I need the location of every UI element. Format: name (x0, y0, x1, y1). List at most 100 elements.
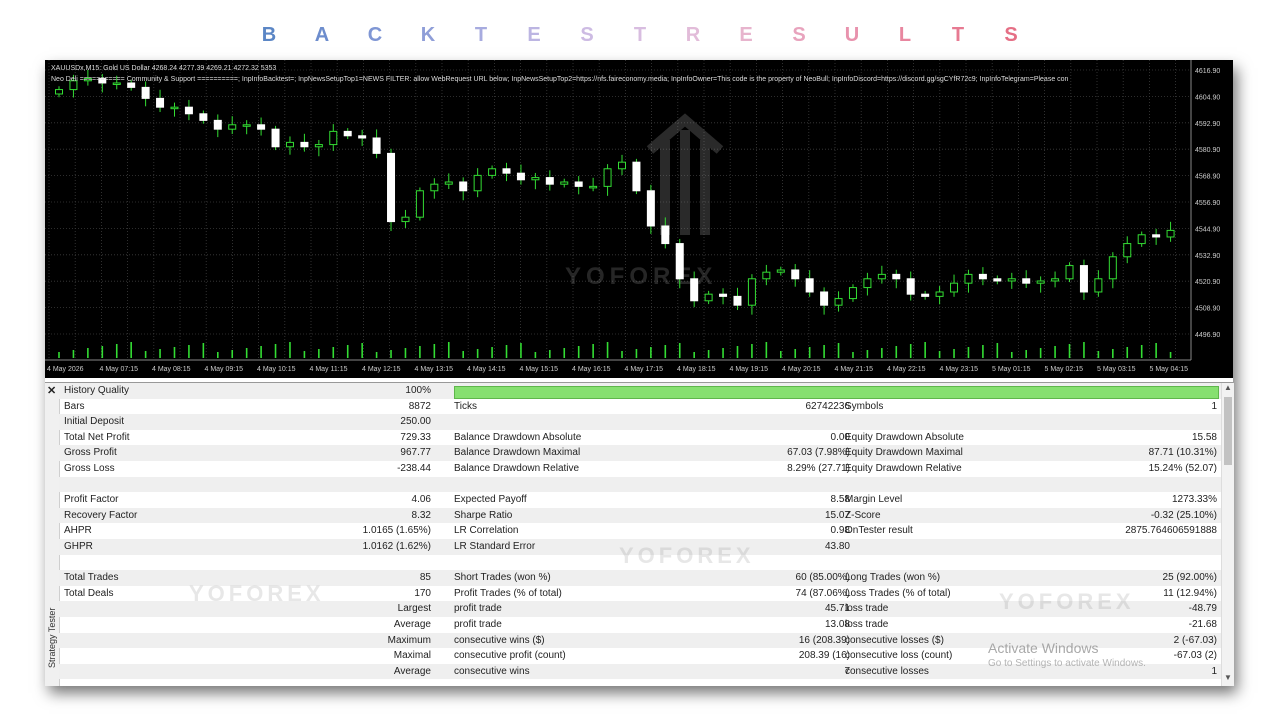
candle (1065, 265, 1074, 280)
scroll-down-icon[interactable]: ▼ (1224, 673, 1232, 682)
title-letter: C (367, 24, 383, 46)
price-label: 4568.90 (1195, 174, 1220, 181)
candle (964, 273, 973, 284)
metric-label: AHPR (64, 525, 92, 537)
candle (170, 106, 179, 110)
title-letter: A (314, 24, 330, 46)
table-row: Profit Factor 4.06 Expected Payoff 8.58 Marg… (59, 492, 1221, 508)
candle (834, 298, 843, 306)
metric-label: Long Trades (won %) (845, 572, 941, 584)
history-quality-value: 100% (405, 385, 431, 396)
watermark-text: YOFOREX (619, 543, 755, 568)
price-chart[interactable]: 4616.90 4604.90 4592.90 4580.90 4568.90 4556.… (45, 60, 1233, 378)
candle (978, 273, 987, 280)
candle (387, 152, 396, 223)
candle (1094, 278, 1103, 293)
candle (228, 124, 237, 130)
scroll-up-icon[interactable]: ▲ (1224, 383, 1232, 392)
title-letter: S (792, 24, 806, 46)
metric-label: loss trade (845, 603, 889, 615)
time-label: 4 May 18:15 (677, 366, 716, 373)
metric-value: 1.0165 (1.65%) (362, 525, 431, 537)
candle (603, 168, 612, 187)
metric-label: Margin Level (845, 494, 903, 506)
metric-value: 87.71 (10.31%) (1148, 447, 1217, 459)
time-label: 4 May 10:15 (257, 366, 296, 373)
candle (184, 106, 193, 115)
table-row: Total Net Profit 729.33 Balance Drawdown A… (59, 430, 1221, 446)
metric-value: 62742236 (805, 400, 851, 412)
time-label: 4 May 09:15 (205, 366, 244, 373)
time-label: 4 May 22:15 (887, 366, 926, 373)
metric-label: LR Standard Error (454, 541, 536, 552)
metric-label: Total Trades (64, 572, 119, 584)
price-label: 4544.90 (1195, 226, 1220, 233)
candle (632, 161, 641, 192)
candle (1137, 234, 1146, 245)
candle (950, 282, 959, 293)
candle (473, 174, 482, 192)
table-row (59, 476, 1221, 493)
watermark-logo-icon (646, 113, 724, 235)
metric-label: Ticks (454, 400, 477, 412)
metric-value: 25 (92.00%) (1162, 572, 1217, 584)
tester-side-label: Strategy Tester (47, 607, 57, 668)
candle (733, 295, 742, 306)
candle (1108, 256, 1117, 280)
metric-label: consecutive losses ($) (845, 634, 944, 646)
price-label: 4508.90 (1195, 306, 1220, 313)
table-row: AHPR 1.0165 (1.65%) LR Correlation 0.98 OnTe… (59, 523, 1221, 539)
table-row: Gross Profit 967.77 Balance Drawdown Maxim… (59, 445, 1221, 461)
metric-value: 67.03 (7.98%) (787, 447, 850, 459)
candle (141, 86, 150, 99)
metric-value: 15.24% (52.07) (1148, 463, 1217, 474)
close-icon[interactable]: ✕ (47, 384, 56, 397)
time-label: 4 May 2026 (47, 366, 84, 373)
candle (314, 144, 323, 148)
candle (213, 119, 222, 130)
scroll-thumb[interactable] (1224, 397, 1232, 465)
vertical-scrollbar[interactable]: ▲ ▼ (1221, 383, 1234, 686)
candle (401, 216, 410, 223)
price-label: 4556.90 (1195, 200, 1220, 207)
history-quality-label: History Quality (64, 385, 130, 396)
price-label: 4520.90 (1195, 279, 1220, 286)
price-label: 4592.90 (1195, 121, 1220, 128)
title-letter: E (739, 24, 753, 46)
metric-value: Average (393, 619, 431, 630)
time-label: 5 May 04:15 (1150, 366, 1189, 373)
metric-value: Maximum (387, 634, 431, 646)
terminal-window: 4616.90 4604.90 4592.90 4580.90 4568.90 4556.… (45, 60, 1234, 686)
candle (618, 161, 626, 170)
metric-value: Maximal (393, 650, 431, 662)
metric-value: 11 (12.94%) (1163, 587, 1217, 599)
candle (935, 291, 944, 297)
time-label: 5 May 02:15 (1045, 366, 1084, 373)
candle (1022, 278, 1031, 284)
title-letter: T (633, 24, 647, 46)
metric-label: profit trade (454, 603, 502, 615)
metric-label: LR Correlation (454, 525, 519, 537)
candle (545, 177, 554, 185)
candle (488, 168, 497, 176)
time-label: 4 May 16:15 (572, 366, 611, 373)
metric-value: 967.77 (400, 447, 431, 459)
metric-value: 1.0162 (1.62%) (362, 541, 431, 552)
candle (791, 269, 800, 280)
time-label: 4 May 14:15 (467, 366, 506, 373)
metric-label: Initial Deposit (64, 416, 125, 428)
metric-label: OnTester result (845, 525, 913, 537)
candle (589, 185, 598, 189)
candle (516, 172, 525, 181)
candle (690, 278, 699, 302)
candle (848, 287, 857, 300)
candle (329, 130, 338, 146)
title-letter: R (685, 24, 701, 46)
time-label: 5 May 01:15 (992, 366, 1031, 373)
metric-label: Equity Drawdown Maximal (845, 447, 963, 459)
metric-value: 729.33 (400, 431, 431, 443)
history-quality-bar (454, 386, 1219, 399)
metric-label: Balance Drawdown Maximal (454, 447, 581, 459)
candle (459, 181, 468, 192)
metric-value: 74 (87.06%) (795, 587, 850, 599)
